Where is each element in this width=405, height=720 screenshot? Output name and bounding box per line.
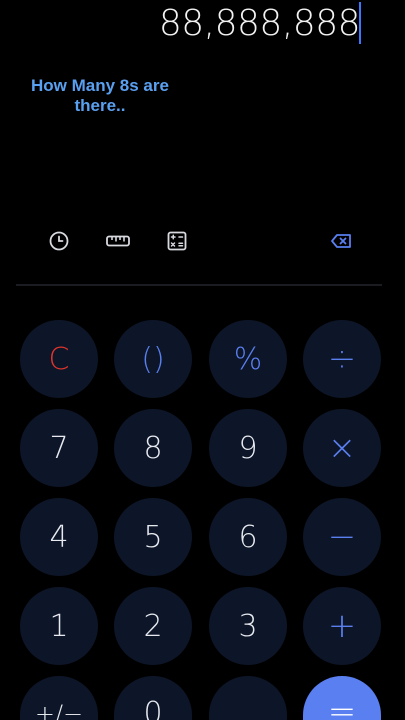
equals-label: = xyxy=(327,692,357,720)
digit-6-button[interactable]: 6 xyxy=(209,498,287,576)
expression-display[interactable]: 88,888,888 xyxy=(159,0,361,46)
calculator-screen: 88,888,888 How Many 8s are there.. C () … xyxy=(0,0,405,720)
digit-5-button[interactable]: 5 xyxy=(114,498,192,576)
ruler-icon[interactable] xyxy=(105,228,131,254)
parentheses-button[interactable]: () xyxy=(114,320,192,398)
sign-toggle-button[interactable]: +/− xyxy=(20,676,98,720)
equals-button[interactable]: = xyxy=(303,676,381,720)
overlay-caption: How Many 8s are there.. xyxy=(31,76,169,115)
minus-button[interactable]: − xyxy=(303,498,381,576)
toolbar-divider xyxy=(16,284,382,286)
digit-3-button[interactable]: 3 xyxy=(209,587,287,665)
clear-button[interactable]: C xyxy=(20,320,98,398)
digit-7-button[interactable]: 7 xyxy=(20,409,98,487)
divide-button[interactable]: ÷ xyxy=(303,320,381,398)
percent-button[interactable]: % xyxy=(209,320,287,398)
sign-toggle-label: +/− xyxy=(34,700,84,720)
plus-button[interactable]: + xyxy=(303,587,381,665)
calculator-icon[interactable] xyxy=(164,228,190,254)
digit-2-button[interactable]: 2 xyxy=(114,587,192,665)
digit-4-button[interactable]: 4 xyxy=(20,498,98,576)
digit-1-button[interactable]: 1 xyxy=(20,587,98,665)
calculator-toolbar xyxy=(0,224,405,258)
text-cursor xyxy=(359,2,361,44)
multiply-button[interactable]: × xyxy=(303,409,381,487)
clock-icon[interactable] xyxy=(46,228,72,254)
decimal-button[interactable] xyxy=(209,676,287,720)
digit-0-button[interactable]: 0 xyxy=(114,676,192,720)
digit-0-label: 0 xyxy=(143,696,163,720)
backspace-icon[interactable] xyxy=(328,228,354,254)
digit-9-button[interactable]: 9 xyxy=(209,409,287,487)
digit-8-button[interactable]: 8 xyxy=(114,409,192,487)
